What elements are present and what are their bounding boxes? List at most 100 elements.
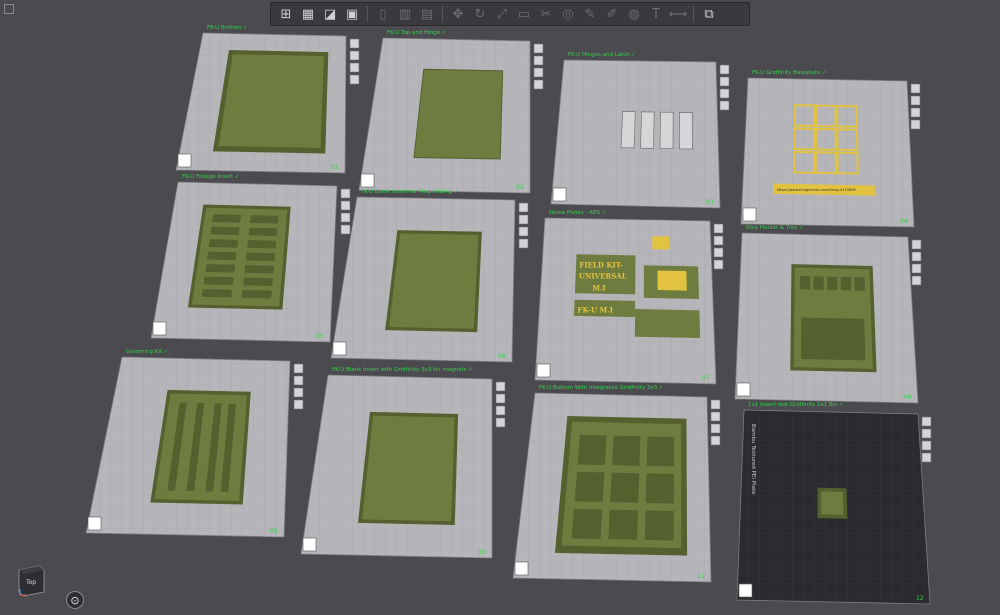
build-plate-06[interactable]: FK-U Blank Insert for Magnetizing ✓ 06 (330, 189, 529, 363)
lock-plate-icon[interactable] (719, 88, 730, 99)
build-plate-03[interactable]: FK-U Hinges and Latch ✓ 03 (550, 52, 730, 209)
close-plate-icon[interactable] (495, 381, 506, 392)
plate-type-icon[interactable] (332, 341, 347, 356)
arrange-plate-icon[interactable] (518, 214, 529, 225)
plate-label[interactable]: FK-U Gridfinity Baseplate ✓ (752, 70, 827, 76)
lay-on-face-icon[interactable]: ▭ (515, 5, 533, 23)
build-plate-07[interactable]: Name Plates - ABS ✓ 07 FIELD KIT- UNIVERSAL… (534, 210, 724, 385)
layers-icon[interactable]: ▤ (418, 5, 436, 23)
window-menu-icon[interactable] (4, 4, 14, 14)
color-paint-icon[interactable]: ◍ (625, 5, 643, 23)
build-plate-04[interactable]: FK-U Gridfinity Baseplate ✓ 04 https://www… (740, 70, 921, 228)
close-plate-icon[interactable] (293, 363, 304, 374)
build-plate-12[interactable]: 1x1 Insert test Gridfinity 1x1 Bin ✓ 12 Ba… (736, 402, 932, 605)
arrange-plate-icon[interactable] (349, 50, 360, 61)
plate-type-icon[interactable] (152, 321, 167, 336)
close-plate-icon[interactable] (921, 416, 932, 427)
plate-label[interactable]: Name Plates - ABS ✓ (549, 210, 606, 216)
close-plate-icon[interactable] (340, 188, 351, 199)
plate-settings-icon[interactable] (340, 224, 351, 235)
build-plate-02[interactable]: FK-U Top and Hinge ✓ 02 (358, 30, 544, 194)
scale-icon[interactable]: ⤢ (493, 5, 511, 23)
close-plate-icon[interactable] (713, 223, 724, 234)
plate-settings-icon[interactable] (719, 100, 730, 111)
arrange-plate-icon[interactable] (911, 251, 922, 262)
plate-type-icon[interactable] (552, 187, 567, 202)
lock-plate-icon[interactable] (911, 263, 922, 274)
build-plate-09[interactable]: Grooming Kit ✓ 09 (85, 349, 304, 538)
plate-label[interactable]: Grooming Kit ✓ (126, 349, 168, 355)
plate-label[interactable]: Dice Holder & Tray ✓ (746, 225, 804, 231)
lock-plate-icon[interactable] (293, 387, 304, 398)
lock-plate-icon[interactable] (921, 440, 932, 451)
arrange-plate-icon[interactable] (910, 95, 921, 106)
plate-type-icon[interactable] (87, 516, 102, 531)
plate-label[interactable]: FK-U Blank Insert with Gridfinity 3x3 fo… (332, 367, 473, 373)
plate-type-icon[interactable] (742, 207, 757, 222)
arrange-plate-icon[interactable] (533, 55, 544, 66)
plate-settings-icon[interactable] (710, 435, 721, 446)
seam-paint-icon[interactable]: ✐ (603, 5, 621, 23)
3d-viewport[interactable]: FK-U Bottom ✓01FK-U Top and Hinge ✓02FK-… (0, 0, 1000, 615)
close-plate-icon[interactable] (911, 239, 922, 250)
close-plate-icon[interactable] (910, 83, 921, 94)
add-plate-icon[interactable]: ⊞ (277, 5, 295, 23)
arrange-plate-icon[interactable] (710, 411, 721, 422)
split-objects-icon[interactable]: ▯ (374, 5, 392, 23)
lock-plate-icon[interactable] (340, 212, 351, 223)
lock-plate-icon[interactable] (518, 226, 529, 237)
arrange-plate-icon[interactable] (719, 76, 730, 87)
arrange-plate-icon[interactable] (495, 393, 506, 404)
plate-settings-icon[interactable] (518, 238, 529, 249)
plate-label[interactable]: FK-U Top and Hinge ✓ (387, 30, 446, 36)
plate-settings-icon[interactable] (921, 452, 932, 463)
orient-icon[interactable]: ◪ (321, 5, 339, 23)
assembly-icon[interactable]: ⧉ (700, 5, 718, 23)
plate-settings-icon[interactable] (293, 399, 304, 410)
plate-settings-icon[interactable] (349, 74, 360, 85)
zoom-to-fit-button[interactable]: ⊙ (66, 591, 84, 609)
plate-settings-icon[interactable] (713, 259, 724, 270)
arrange-icon[interactable]: ▦ (299, 5, 317, 23)
close-plate-icon[interactable] (518, 202, 529, 213)
plate-label[interactable]: FK-U Bottom ✓ (207, 25, 247, 31)
close-plate-icon[interactable] (349, 38, 360, 49)
plate-type-icon[interactable] (736, 382, 751, 397)
measure-icon[interactable]: ⟷ (669, 5, 688, 23)
plate-type-icon[interactable] (177, 153, 192, 168)
close-plate-icon[interactable] (533, 43, 544, 54)
arrange-plate-icon[interactable] (293, 375, 304, 386)
plate-type-icon[interactable] (302, 537, 317, 552)
arrange-plate-icon[interactable] (713, 235, 724, 246)
rotate-icon[interactable]: ↻ (471, 5, 489, 23)
lock-plate-icon[interactable] (495, 405, 506, 416)
support-paint-icon[interactable]: ✎ (581, 5, 599, 23)
move-icon[interactable]: ✥ (449, 5, 467, 23)
build-plate-11[interactable]: FK-U Bottom With Integrated Gridfinity 3… (512, 385, 721, 583)
close-plate-icon[interactable] (710, 399, 721, 410)
cut-icon[interactable]: ✂ (537, 5, 555, 23)
arrange-plate-icon[interactable] (340, 200, 351, 211)
lock-plate-icon[interactable] (910, 107, 921, 118)
plate-label[interactable]: FK-U Blank Insert for Magnetizing ✓ (361, 189, 459, 195)
lock-plate-icon[interactable] (533, 67, 544, 78)
plate-settings-icon[interactable]: ▣ (343, 5, 361, 23)
plate-label[interactable]: FK-U Bottom With Integrated Gridfinity 3… (539, 385, 663, 391)
plate-settings-icon[interactable] (495, 417, 506, 428)
plate-type-icon[interactable] (536, 363, 551, 378)
split-parts-icon[interactable]: ▥ (396, 5, 414, 23)
build-plate-01[interactable]: FK-U Bottom ✓ 01 (175, 25, 360, 174)
plate-label[interactable]: FK-U Hinges and Latch ✓ (568, 52, 636, 58)
navigation-cube[interactable]: Top (16, 562, 46, 598)
plate-type-icon[interactable] (738, 583, 753, 598)
plate-settings-icon[interactable] (910, 119, 921, 130)
plate-label[interactable]: FK-U Foliage Insert ✓ (182, 174, 239, 180)
build-plate-10[interactable]: FK-U Blank Insert with Gridfinity 3x3 fo… (300, 367, 506, 559)
arrange-plate-icon[interactable] (921, 428, 932, 439)
plate-settings-icon[interactable] (911, 275, 922, 286)
close-plate-icon[interactable] (719, 64, 730, 75)
lock-plate-icon[interactable] (349, 62, 360, 73)
build-plate-05[interactable]: FK-U Foliage Insert ✓ 05 (150, 174, 351, 343)
lock-plate-icon[interactable] (710, 423, 721, 434)
plate-type-icon[interactable] (360, 173, 375, 188)
